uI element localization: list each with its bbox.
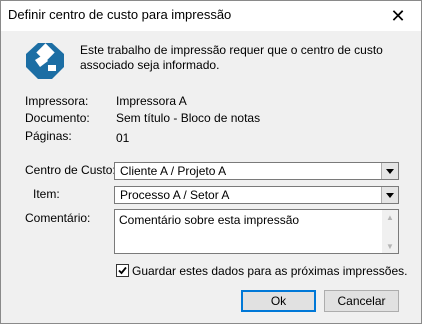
cancel-button[interactable]: Cancelar xyxy=(324,290,399,312)
item-label: Item: xyxy=(33,187,60,201)
checkmark-icon xyxy=(118,266,127,275)
close-icon: ✕ xyxy=(390,5,406,26)
scroll-down-icon[interactable]: ▼ xyxy=(382,239,398,253)
comment-scrollbar[interactable]: ▲ ▼ xyxy=(382,210,398,253)
document-label: Documento: xyxy=(25,111,90,125)
cost-center-icon xyxy=(26,43,64,79)
item-value: Processo A / Setor A xyxy=(120,188,230,202)
cost-center-select[interactable]: Cliente A / Projeto A xyxy=(114,162,399,180)
document-value: Sem título - Bloco de notas xyxy=(116,111,261,125)
item-select[interactable]: Processo A / Setor A xyxy=(114,186,399,204)
window-title: Definir centro de custo para impressão xyxy=(8,7,232,22)
save-data-label[interactable]: Guardar estes dados para as próximas imp… xyxy=(132,264,407,278)
pages-label: Páginas: xyxy=(25,129,72,143)
comment-label: Comentário: xyxy=(25,211,91,225)
save-data-checkbox[interactable] xyxy=(116,264,129,277)
title-bar: Definir centro de custo para impressão ✕ xyxy=(1,1,421,31)
info-message: Este trabalho de impressão requer que o … xyxy=(80,43,383,72)
chevron-down-icon[interactable] xyxy=(381,187,398,203)
printer-label: Impressora: xyxy=(25,94,89,108)
pages-value: 01 xyxy=(116,131,130,145)
close-button[interactable]: ✕ xyxy=(375,1,421,31)
comment-field[interactable]: Comentário sobre esta impressão ▲ ▼ xyxy=(114,209,399,254)
scroll-up-icon[interactable]: ▲ xyxy=(382,210,398,224)
comment-value: Comentário sobre esta impressão xyxy=(119,213,300,227)
chevron-down-icon[interactable] xyxy=(381,163,398,179)
cost-center-label: Centro de Custo: xyxy=(25,163,116,177)
ok-button[interactable]: Ok xyxy=(241,290,316,312)
printer-value: Impressora A xyxy=(116,94,187,108)
cost-center-value: Cliente A / Projeto A xyxy=(120,164,227,178)
dialog-window: Definir centro de custo para impressão ✕… xyxy=(0,0,422,324)
